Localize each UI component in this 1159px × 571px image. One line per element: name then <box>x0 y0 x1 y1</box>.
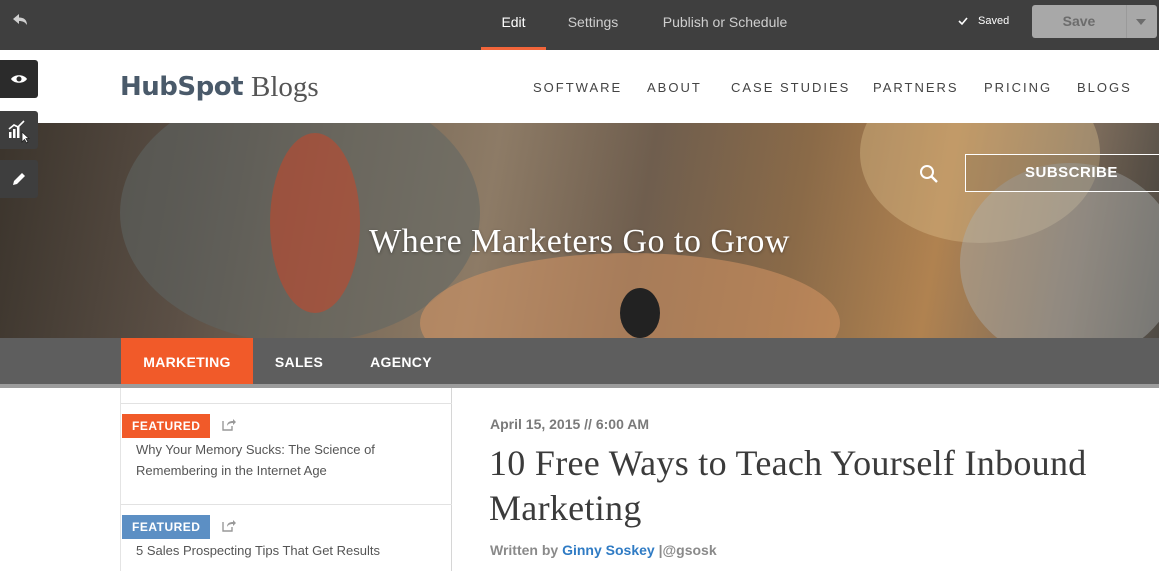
analytics-tool[interactable] <box>0 111 38 149</box>
featured-card[interactable]: FEATURED Why Your Memory Sucks: The Scie… <box>121 403 452 504</box>
saved-status: Saved <box>958 15 1009 27</box>
featured-title[interactable]: 5 Sales Prospecting Tips That Get Result… <box>136 540 436 561</box>
featured-title[interactable]: Why Your Memory Sucks: The Science of Re… <box>136 439 436 481</box>
author-link[interactable]: Ginny Soskey <box>562 542 655 558</box>
featured-card[interactable]: FEATURED 5 Sales Prospecting Tips That G… <box>121 504 452 571</box>
nav-case-studies[interactable]: CASE STUDIES <box>731 80 850 95</box>
category-sales[interactable]: SALES <box>262 338 336 384</box>
save-button[interactable]: Save <box>1032 5 1157 38</box>
saved-label: Saved <box>978 15 1010 27</box>
tab-publish-or-schedule[interactable]: Publish or Schedule <box>648 0 802 50</box>
hero-title: Where Marketers Go to Grow <box>369 223 790 260</box>
hero-shape-watch <box>620 288 660 338</box>
featured-sidebar: FEATURED Why Your Memory Sucks: The Scie… <box>120 388 452 571</box>
editor-toolbar: Edit Settings Publish or Schedule Saved … <box>0 0 1159 50</box>
save-button-label: Save <box>1062 13 1096 29</box>
featured-badge: FEATURED <box>122 414 211 438</box>
share-icon[interactable] <box>222 518 236 532</box>
edit-tool[interactable] <box>0 160 38 198</box>
check-icon <box>958 17 968 26</box>
hubspot-blogs-logo[interactable]: HubSpot Blogs <box>120 69 319 105</box>
category-marketing[interactable]: MARKETING <box>121 338 253 384</box>
nav-blogs[interactable]: BLOGS <box>1077 80 1132 95</box>
nav-software[interactable]: SOFTWARE <box>533 80 622 95</box>
eye-icon <box>11 75 27 83</box>
category-nav: MARKETING SALES AGENCY <box>0 338 1159 384</box>
tab-edit[interactable]: Edit <box>481 0 546 50</box>
hero-banner: Where Marketers Go to Grow SUBSCRIBE <box>0 123 1159 338</box>
logo-brand: HubSpot <box>120 72 244 102</box>
nav-pricing[interactable]: PRICING <box>984 80 1052 95</box>
post-date: April 15, 2015 // 6:00 AM <box>490 416 649 432</box>
pencil-icon <box>13 173 25 185</box>
share-icon[interactable] <box>222 417 236 431</box>
nav-about[interactable]: ABOUT <box>647 80 702 95</box>
save-button-divider <box>1126 5 1127 38</box>
post-byline: Written by Ginny Soskey |@gsosk <box>490 542 717 558</box>
chevron-down-icon[interactable] <box>1136 19 1146 25</box>
logo-suffix: Blogs <box>251 70 319 103</box>
post-title: 10 Free Ways to Teach Yourself Inbound M… <box>489 443 1087 528</box>
blog-header: HubSpot Blogs SOFTWARE ABOUT CASE STUDIE… <box>0 50 1159 123</box>
preview-tool[interactable] <box>0 60 38 98</box>
subscribe-button[interactable]: SUBSCRIBE <box>965 154 1159 192</box>
nav-partners[interactable]: PARTNERS <box>873 80 959 95</box>
chart-icon <box>8 120 31 144</box>
tab-settings[interactable]: Settings <box>556 0 630 50</box>
undo-icon[interactable] <box>8 10 30 32</box>
category-agency[interactable]: AGENCY <box>352 338 450 384</box>
search-icon[interactable] <box>918 163 940 185</box>
written-by-label: Written by <box>490 542 559 558</box>
featured-badge: FEATURED <box>122 515 211 539</box>
author-handle: @gsosk <box>662 542 717 558</box>
